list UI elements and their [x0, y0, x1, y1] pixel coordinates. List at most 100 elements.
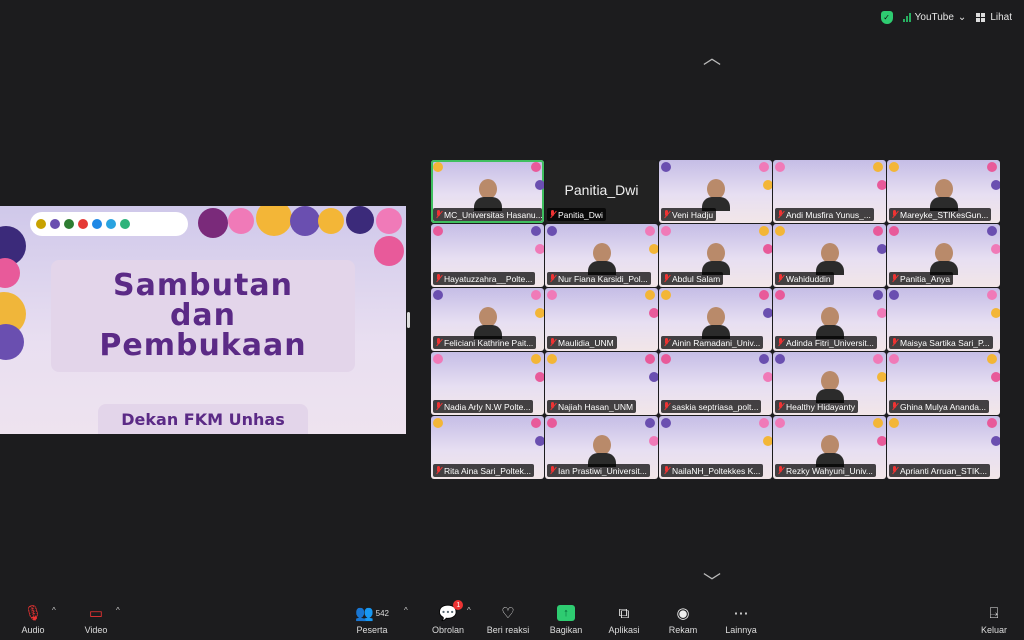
- mic-muted-icon: [435, 338, 442, 347]
- background-decor-shape: [877, 244, 886, 254]
- participant-count: 542: [375, 608, 390, 618]
- participant-tile[interactable]: Ian Prastiwi_Universit...: [545, 416, 658, 479]
- background-decor-shape: [775, 418, 785, 428]
- mic-muted-icon: [663, 466, 670, 475]
- more-button[interactable]: ⋯ Lainnya: [713, 602, 769, 635]
- participant-tile[interactable]: Adinda Fitri_Universit...: [773, 288, 886, 351]
- participant-tile[interactable]: Aprianti Arruan_STIK...: [887, 416, 1000, 479]
- participant-tile[interactable]: saskia septriasa_polt...: [659, 352, 772, 415]
- slide-decor-shape: [198, 208, 228, 238]
- reactions-button[interactable]: ♡ Beri reaksi: [480, 602, 536, 635]
- apps-label: Aplikasi: [608, 625, 640, 635]
- participant-name: Andi Musfira Yunus_...: [786, 209, 871, 220]
- more-dots-icon: ⋯: [733, 605, 749, 622]
- virtual-background: [909, 227, 979, 241]
- background-decor-shape: [661, 418, 671, 428]
- participant-tile[interactable]: Panitia_Anya: [887, 224, 1000, 287]
- record-button[interactable]: ◉ Rekam: [655, 602, 711, 635]
- participant-tile[interactable]: NailaNH_Poltekkes K...: [659, 416, 772, 479]
- audio-options-caret[interactable]: ^: [52, 606, 56, 615]
- slide-title-line: Sambutan: [113, 268, 293, 303]
- participant-tile[interactable]: Ainin Ramadani_Univ...: [659, 288, 772, 351]
- view-button[interactable]: Lihat: [976, 12, 1012, 23]
- participant-tile[interactable]: Nur Fiana Karsidi_Pol...: [545, 224, 658, 287]
- background-decor-shape: [649, 372, 658, 382]
- share-label: Bagikan: [549, 625, 583, 635]
- participant-tile[interactable]: Mareyke_STIKesGun...: [887, 160, 1000, 223]
- participant-name-label: Maisya Sartika Sari_P...: [889, 336, 993, 349]
- virtual-background: [681, 419, 751, 433]
- participant-tile[interactable]: Panitia_Dwi Panitia_Dwi: [545, 160, 658, 223]
- participant-tile[interactable]: Najiah Hasan_UNM: [545, 352, 658, 415]
- leave-button[interactable]: ⍈ Keluar: [966, 602, 1022, 636]
- mic-muted-icon: [663, 210, 670, 219]
- participant-name: saskia septriasa_polt...: [672, 401, 759, 412]
- live-stream-dropdown[interactable]: YouTube ⌄: [902, 12, 966, 23]
- background-decor-shape: [889, 162, 899, 172]
- participant-tile[interactable]: Nadia Arly N.W Polte...: [431, 352, 544, 415]
- mic-muted-icon: 🎙: [23, 605, 43, 622]
- background-decor-shape: [531, 354, 541, 364]
- mic-muted-icon: [435, 274, 442, 283]
- grid-view-icon: [976, 12, 986, 22]
- background-decor-shape: [763, 308, 772, 318]
- participant-tile[interactable]: Abdul Salam: [659, 224, 772, 287]
- chat-options-caret[interactable]: ^: [467, 606, 471, 615]
- participant-face: [934, 243, 953, 263]
- participant-name-label: saskia septriasa_polt...: [661, 400, 762, 413]
- background-decor-shape: [877, 308, 886, 318]
- background-decor-shape: [649, 436, 658, 446]
- share-button[interactable]: ↑ Bagikan: [538, 602, 594, 635]
- background-decor-shape: [759, 290, 769, 300]
- participant-name-label: Najiah Hasan_UNM: [547, 400, 637, 413]
- mic-muted-icon: [777, 210, 784, 219]
- participant-face: [820, 435, 839, 455]
- participant-tile[interactable]: Hayatuzzahra__Polte...: [431, 224, 544, 287]
- participant-tile[interactable]: Feliciani Kathrine Pait...: [431, 288, 544, 351]
- gallery-scroll-down-icon[interactable]: ﹀: [703, 568, 721, 594]
- exit-door-icon: ⍈: [989, 604, 999, 622]
- participant-face: [820, 371, 839, 391]
- participant-face: [592, 243, 611, 263]
- video-options-caret[interactable]: ^: [116, 606, 120, 615]
- background-decor-shape: [433, 226, 443, 236]
- background-decor-shape: [649, 244, 658, 254]
- share-screen-icon: ↑: [557, 602, 575, 624]
- participant-tile[interactable]: Andi Musfira Yunus_...: [773, 160, 886, 223]
- background-decor-shape: [877, 180, 886, 190]
- participant-tile[interactable]: Maisya Sartika Sari_P...: [887, 288, 1000, 351]
- mic-muted-icon: [663, 338, 670, 347]
- mic-muted-icon: [549, 274, 556, 283]
- gallery-scroll-up-icon[interactable]: ︿: [703, 44, 721, 70]
- participant-tile[interactable]: Ghina Mulya Ananda...: [887, 352, 1000, 415]
- virtual-background: [681, 355, 751, 369]
- participant-tile[interactable]: Healthy Hidayanty: [773, 352, 886, 415]
- participants-button[interactable]: 👥 542 Peserta: [342, 602, 402, 635]
- participant-name-label: Wahiduddin: [775, 272, 834, 285]
- virtual-background: [909, 355, 979, 369]
- participant-tile[interactable]: Wahiduddin: [773, 224, 886, 287]
- apps-button[interactable]: ⧉ Aplikasi: [596, 602, 652, 636]
- participant-name-label: Abdul Salam: [661, 272, 724, 285]
- participant-tile[interactable]: Rezky Wahyuni_Univ...: [773, 416, 886, 479]
- mic-muted-icon: [891, 274, 898, 283]
- participant-tile[interactable]: MC_Universitas Hasanu...: [431, 160, 544, 223]
- background-decor-shape: [661, 354, 671, 364]
- background-decor-shape: [759, 226, 769, 236]
- background-decor-shape: [991, 308, 1000, 318]
- slide-decor-shape: [290, 206, 320, 236]
- virtual-background: [795, 163, 865, 177]
- participant-tile[interactable]: Maulidia_UNM: [545, 288, 658, 351]
- meeting-toolbar: 🎙 Audio ^ ▭ Video ^ 👥 542 Peserta ^ 💬 1 Ob…: [0, 600, 1024, 640]
- background-decor-shape: [987, 162, 997, 172]
- participants-options-caret[interactable]: ^: [404, 606, 408, 615]
- participant-face: [706, 307, 725, 327]
- background-decor-shape: [877, 436, 886, 446]
- encryption-shield-icon[interactable]: ✓: [880, 10, 893, 24]
- participant-name-label: Feliciani Kathrine Pait...: [433, 336, 537, 349]
- participant-name: Aprianti Arruan_STIK...: [900, 465, 987, 476]
- participant-tile[interactable]: Veni Hadju: [659, 160, 772, 223]
- participant-name: Mareyke_STIKesGun...: [900, 209, 989, 220]
- participant-tile[interactable]: Rita Aina Sari_Poltek...: [431, 416, 544, 479]
- split-view-handle[interactable]: [407, 312, 410, 328]
